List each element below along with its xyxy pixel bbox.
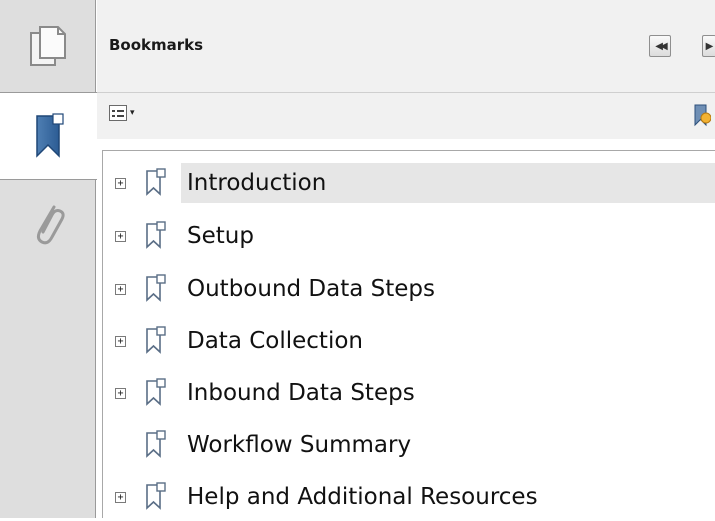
bookmark-row[interactable]: + Introduction [103, 159, 715, 207]
paperclip-icon [36, 205, 65, 245]
bookmark-tree: + Introduction + Setup + Outbound Data S… [102, 150, 715, 518]
new-bookmark-button[interactable] [693, 103, 712, 131]
bookmark-label[interactable]: Data Collection [181, 321, 369, 361]
bookmark-icon [146, 274, 166, 302]
expand-icon[interactable]: + [115, 387, 126, 399]
chevron-down-icon: ▾ [130, 108, 135, 118]
expand-icon[interactable]: + [115, 283, 126, 295]
right-arrow-icon: ▶ [705, 40, 714, 52]
bookmark-row[interactable]: + Outbound Data Steps [103, 265, 715, 313]
next-panel-button[interactable]: ▶ [702, 35, 715, 57]
panel-title: Bookmarks [109, 36, 204, 54]
bookmark-label[interactable]: Outbound Data Steps [181, 269, 441, 309]
collapse-panel-button[interactable]: ◀◀ [649, 35, 671, 57]
bookmark-icon [146, 168, 166, 196]
bookmark-icon [146, 482, 166, 510]
bookmark-icon [146, 378, 166, 406]
bookmarks-panel: Bookmarks ◀◀ ▶ ▾ + Introduction + Setup … [97, 0, 715, 518]
navigation-tab-strip [0, 0, 97, 518]
bookmarks-toolbar: ▾ [97, 93, 715, 139]
list-options-icon [109, 105, 127, 121]
expand-icon[interactable]: + [115, 230, 126, 242]
pages-icon [30, 26, 66, 66]
bookmark-label[interactable]: Workflow Summary [181, 425, 417, 465]
bookmark-row[interactable]: + Data Collection [103, 317, 715, 365]
panel-header: Bookmarks ◀◀ ▶ [97, 0, 715, 93]
expand-icon[interactable]: + [115, 335, 126, 347]
expand-icon[interactable]: + [115, 491, 126, 503]
bookmark-label[interactable]: Help and Additional Resources [181, 477, 544, 517]
bookmark-row[interactable]: + Inbound Data Steps [103, 369, 715, 417]
bookmark-label[interactable]: Introduction [181, 163, 715, 203]
tab-pages[interactable] [0, 0, 96, 92]
bookmark-icon [146, 326, 166, 354]
options-button[interactable]: ▾ [109, 105, 135, 121]
bookmark-icon [146, 430, 166, 458]
bookmark-row[interactable]: + Setup [103, 212, 715, 260]
tab-bookmarks[interactable] [0, 92, 97, 180]
double-left-arrow-icon: ◀◀ [655, 40, 668, 52]
expand-icon[interactable]: + [115, 177, 126, 189]
tab-attachments[interactable] [0, 180, 96, 268]
bookmark-label[interactable]: Setup [181, 216, 260, 256]
new-bookmark-icon [694, 104, 712, 127]
bookmark-icon [35, 113, 64, 158]
bookmark-row[interactable]: + Help and Additional Resources [103, 473, 715, 521]
bookmark-row[interactable]: Workflow Summary [103, 421, 715, 469]
bookmark-icon [146, 221, 166, 249]
bookmark-label[interactable]: Inbound Data Steps [181, 373, 421, 413]
